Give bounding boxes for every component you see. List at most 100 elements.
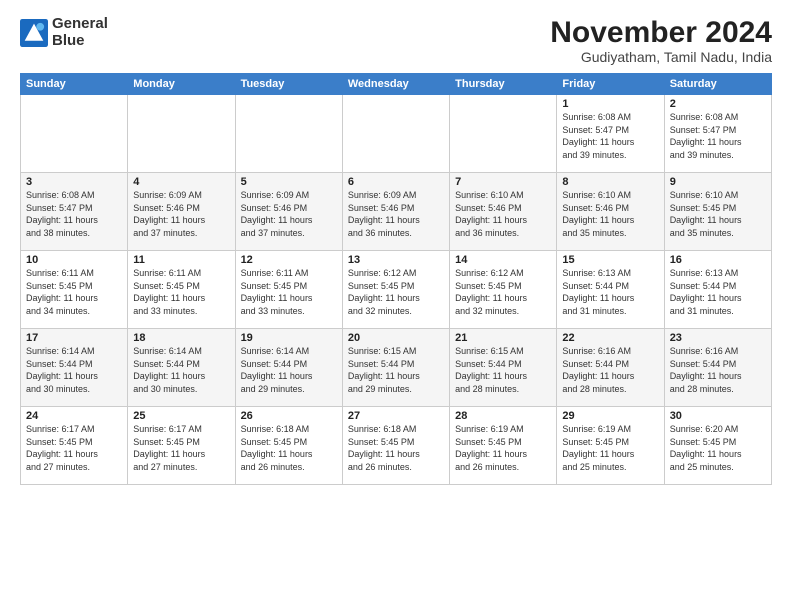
day-number: 28 (455, 410, 551, 422)
calendar-cell: 24Sunrise: 6:17 AM Sunset: 5:45 PM Dayli… (21, 407, 128, 485)
day-number: 9 (670, 176, 766, 188)
day-info: Sunrise: 6:14 AM Sunset: 5:44 PM Dayligh… (133, 345, 229, 395)
day-info: Sunrise: 6:16 AM Sunset: 5:44 PM Dayligh… (562, 345, 658, 395)
calendar-cell (128, 95, 235, 173)
day-number: 22 (562, 332, 658, 344)
day-info: Sunrise: 6:14 AM Sunset: 5:44 PM Dayligh… (26, 345, 122, 395)
header-tuesday: Tuesday (235, 74, 342, 95)
day-info: Sunrise: 6:17 AM Sunset: 5:45 PM Dayligh… (26, 423, 122, 473)
day-number: 18 (133, 332, 229, 344)
day-info: Sunrise: 6:12 AM Sunset: 5:45 PM Dayligh… (455, 267, 551, 317)
calendar-cell: 23Sunrise: 6:16 AM Sunset: 5:44 PM Dayli… (664, 329, 771, 407)
day-info: Sunrise: 6:11 AM Sunset: 5:45 PM Dayligh… (133, 267, 229, 317)
day-number: 6 (348, 176, 444, 188)
calendar-cell: 15Sunrise: 6:13 AM Sunset: 5:44 PM Dayli… (557, 251, 664, 329)
calendar-cell: 17Sunrise: 6:14 AM Sunset: 5:44 PM Dayli… (21, 329, 128, 407)
calendar-cell: 9Sunrise: 6:10 AM Sunset: 5:45 PM Daylig… (664, 173, 771, 251)
day-info: Sunrise: 6:08 AM Sunset: 5:47 PM Dayligh… (670, 111, 766, 161)
calendar-cell: 30Sunrise: 6:20 AM Sunset: 5:45 PM Dayli… (664, 407, 771, 485)
calendar-cell: 20Sunrise: 6:15 AM Sunset: 5:44 PM Dayli… (342, 329, 449, 407)
day-info: Sunrise: 6:17 AM Sunset: 5:45 PM Dayligh… (133, 423, 229, 473)
day-number: 21 (455, 332, 551, 344)
calendar-cell (342, 95, 449, 173)
day-number: 24 (26, 410, 122, 422)
day-info: Sunrise: 6:11 AM Sunset: 5:45 PM Dayligh… (26, 267, 122, 317)
day-info: Sunrise: 6:08 AM Sunset: 5:47 PM Dayligh… (562, 111, 658, 161)
calendar-cell: 3Sunrise: 6:08 AM Sunset: 5:47 PM Daylig… (21, 173, 128, 251)
calendar-cell: 25Sunrise: 6:17 AM Sunset: 5:45 PM Dayli… (128, 407, 235, 485)
header-thursday: Thursday (450, 74, 557, 95)
logo-line2: Blue (52, 33, 108, 50)
calendar-cell: 10Sunrise: 6:11 AM Sunset: 5:45 PM Dayli… (21, 251, 128, 329)
calendar-page: General Blue November 2024 Gudiyatham, T… (0, 0, 792, 612)
calendar-week-1: 1Sunrise: 6:08 AM Sunset: 5:47 PM Daylig… (21, 95, 772, 173)
day-number: 23 (670, 332, 766, 344)
day-info: Sunrise: 6:15 AM Sunset: 5:44 PM Dayligh… (455, 345, 551, 395)
calendar-cell: 2Sunrise: 6:08 AM Sunset: 5:47 PM Daylig… (664, 95, 771, 173)
day-info: Sunrise: 6:15 AM Sunset: 5:44 PM Dayligh… (348, 345, 444, 395)
header-row: Sunday Monday Tuesday Wednesday Thursday… (21, 74, 772, 95)
calendar-cell: 4Sunrise: 6:09 AM Sunset: 5:46 PM Daylig… (128, 173, 235, 251)
day-number: 2 (670, 98, 766, 110)
day-info: Sunrise: 6:18 AM Sunset: 5:45 PM Dayligh… (241, 423, 337, 473)
day-number: 19 (241, 332, 337, 344)
day-number: 12 (241, 254, 337, 266)
location-subtitle: Gudiyatham, Tamil Nadu, India (550, 49, 772, 65)
logo: General Blue (20, 16, 108, 49)
day-info: Sunrise: 6:10 AM Sunset: 5:45 PM Dayligh… (670, 189, 766, 239)
calendar-cell: 7Sunrise: 6:10 AM Sunset: 5:46 PM Daylig… (450, 173, 557, 251)
day-info: Sunrise: 6:11 AM Sunset: 5:45 PM Dayligh… (241, 267, 337, 317)
day-info: Sunrise: 6:12 AM Sunset: 5:45 PM Dayligh… (348, 267, 444, 317)
day-info: Sunrise: 6:19 AM Sunset: 5:45 PM Dayligh… (562, 423, 658, 473)
header-monday: Monday (128, 74, 235, 95)
day-info: Sunrise: 6:09 AM Sunset: 5:46 PM Dayligh… (133, 189, 229, 239)
logo-text: General Blue (52, 16, 108, 49)
calendar-week-5: 24Sunrise: 6:17 AM Sunset: 5:45 PM Dayli… (21, 407, 772, 485)
header-friday: Friday (557, 74, 664, 95)
logo-line1: General (52, 16, 108, 33)
calendar-cell: 22Sunrise: 6:16 AM Sunset: 5:44 PM Dayli… (557, 329, 664, 407)
day-number: 14 (455, 254, 551, 266)
calendar-cell: 16Sunrise: 6:13 AM Sunset: 5:44 PM Dayli… (664, 251, 771, 329)
day-number: 16 (670, 254, 766, 266)
calendar-cell: 19Sunrise: 6:14 AM Sunset: 5:44 PM Dayli… (235, 329, 342, 407)
day-info: Sunrise: 6:18 AM Sunset: 5:45 PM Dayligh… (348, 423, 444, 473)
day-number: 3 (26, 176, 122, 188)
day-number: 7 (455, 176, 551, 188)
calendar-week-2: 3Sunrise: 6:08 AM Sunset: 5:47 PM Daylig… (21, 173, 772, 251)
logo-icon (20, 19, 48, 47)
day-number: 26 (241, 410, 337, 422)
calendar-cell (450, 95, 557, 173)
calendar-week-3: 10Sunrise: 6:11 AM Sunset: 5:45 PM Dayli… (21, 251, 772, 329)
day-info: Sunrise: 6:19 AM Sunset: 5:45 PM Dayligh… (455, 423, 551, 473)
calendar-cell: 27Sunrise: 6:18 AM Sunset: 5:45 PM Dayli… (342, 407, 449, 485)
day-number: 11 (133, 254, 229, 266)
calendar-cell: 21Sunrise: 6:15 AM Sunset: 5:44 PM Dayli… (450, 329, 557, 407)
day-info: Sunrise: 6:20 AM Sunset: 5:45 PM Dayligh… (670, 423, 766, 473)
calendar-cell: 1Sunrise: 6:08 AM Sunset: 5:47 PM Daylig… (557, 95, 664, 173)
day-number: 10 (26, 254, 122, 266)
calendar-cell: 26Sunrise: 6:18 AM Sunset: 5:45 PM Dayli… (235, 407, 342, 485)
calendar-cell: 14Sunrise: 6:12 AM Sunset: 5:45 PM Dayli… (450, 251, 557, 329)
calendar-cell: 5Sunrise: 6:09 AM Sunset: 5:46 PM Daylig… (235, 173, 342, 251)
calendar-cell: 12Sunrise: 6:11 AM Sunset: 5:45 PM Dayli… (235, 251, 342, 329)
calendar-table: Sunday Monday Tuesday Wednesday Thursday… (20, 73, 772, 485)
day-info: Sunrise: 6:16 AM Sunset: 5:44 PM Dayligh… (670, 345, 766, 395)
page-header: General Blue November 2024 Gudiyatham, T… (20, 16, 772, 65)
day-number: 17 (26, 332, 122, 344)
day-number: 20 (348, 332, 444, 344)
day-info: Sunrise: 6:08 AM Sunset: 5:47 PM Dayligh… (26, 189, 122, 239)
calendar-cell (235, 95, 342, 173)
day-number: 5 (241, 176, 337, 188)
calendar-cell: 8Sunrise: 6:10 AM Sunset: 5:46 PM Daylig… (557, 173, 664, 251)
day-info: Sunrise: 6:14 AM Sunset: 5:44 PM Dayligh… (241, 345, 337, 395)
title-area: November 2024 Gudiyatham, Tamil Nadu, In… (550, 16, 772, 65)
day-number: 1 (562, 98, 658, 110)
calendar-cell: 18Sunrise: 6:14 AM Sunset: 5:44 PM Dayli… (128, 329, 235, 407)
header-sunday: Sunday (21, 74, 128, 95)
day-info: Sunrise: 6:13 AM Sunset: 5:44 PM Dayligh… (670, 267, 766, 317)
calendar-cell: 13Sunrise: 6:12 AM Sunset: 5:45 PM Dayli… (342, 251, 449, 329)
day-number: 27 (348, 410, 444, 422)
header-saturday: Saturday (664, 74, 771, 95)
day-number: 13 (348, 254, 444, 266)
